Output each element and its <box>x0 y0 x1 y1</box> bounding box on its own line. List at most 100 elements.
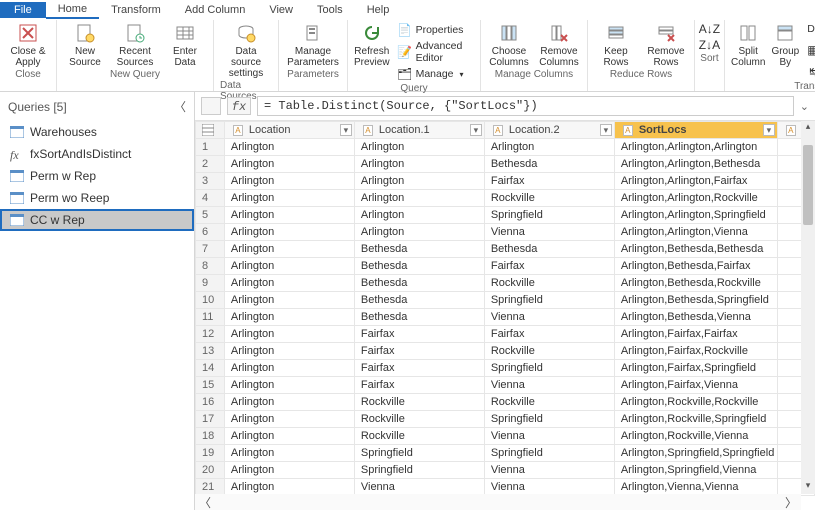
cell[interactable]: Arlington,Arlington,Vienna <box>614 224 777 241</box>
table-row[interactable]: 21ArlingtonViennaViennaArlington,Vienna,… <box>196 479 815 496</box>
cell[interactable]: Arlington <box>224 462 354 479</box>
row-number[interactable]: 14 <box>196 360 225 377</box>
cell[interactable]: Arlington <box>354 224 484 241</box>
cell[interactable]: Arlington <box>484 139 614 156</box>
column-header-sortlocs[interactable]: ASortLocs▾ <box>614 122 777 139</box>
cell[interactable]: Fairfax <box>354 360 484 377</box>
cell[interactable]: Arlington,Fairfax,Vienna <box>614 377 777 394</box>
cell[interactable]: Arlington <box>224 309 354 326</box>
tab-tools[interactable]: Tools <box>305 2 355 18</box>
column-filter-icon[interactable]: ▾ <box>600 124 612 136</box>
row-number-header[interactable] <box>196 122 225 139</box>
data-type-button[interactable]: Data Type: Text▾ <box>805 22 815 36</box>
cell[interactable]: Arlington,Rockville,Rockville <box>614 394 777 411</box>
cell[interactable]: Arlington,Springfield,Vienna <box>614 462 777 479</box>
query-item-cc-w-rep[interactable]: CC w Rep <box>0 209 194 231</box>
tab-help[interactable]: Help <box>355 2 402 18</box>
choose-columns-button[interactable]: Choose Columns <box>487 22 531 68</box>
remove-rows-button[interactable]: Remove Rows <box>644 22 688 68</box>
cell[interactable]: Arlington <box>354 207 484 224</box>
cell[interactable]: Vienna <box>484 462 614 479</box>
cell[interactable]: Rockville <box>354 411 484 428</box>
new-source-button[interactable]: New Source <box>63 22 107 68</box>
cell[interactable]: Vienna <box>484 224 614 241</box>
cell[interactable]: Fairfax <box>354 326 484 343</box>
cell[interactable]: Arlington <box>354 156 484 173</box>
cell[interactable]: Arlington <box>224 411 354 428</box>
table-row[interactable]: 11ArlingtonBethesdaViennaArlington,Bethe… <box>196 309 815 326</box>
table-row[interactable]: 14ArlingtonFairfaxSpringfieldArlington,F… <box>196 360 815 377</box>
row-number[interactable]: 11 <box>196 309 225 326</box>
cell[interactable]: Springfield <box>484 411 614 428</box>
properties-button[interactable]: 📄Properties <box>396 22 474 38</box>
cell[interactable]: Arlington,Bethesda,Vienna <box>614 309 777 326</box>
fx-icon[interactable]: fx <box>227 97 251 115</box>
cell[interactable]: Arlington,Fairfax,Rockville <box>614 343 777 360</box>
cell[interactable]: Arlington,Bethesda,Bethesda <box>614 241 777 258</box>
remove-columns-button[interactable]: Remove Columns <box>537 22 581 68</box>
split-column-button[interactable]: Split Column <box>731 22 765 68</box>
cell[interactable]: Arlington <box>224 377 354 394</box>
cell[interactable]: Arlington,Springfield,Springfield <box>614 445 777 462</box>
tab-file[interactable]: File <box>0 2 46 18</box>
scroll-left-icon[interactable]: 〈 <box>199 494 211 510</box>
cell[interactable]: Arlington,Rockville,Springfield <box>614 411 777 428</box>
cell[interactable]: Arlington <box>224 445 354 462</box>
cell[interactable]: Arlington,Arlington,Bethesda <box>614 156 777 173</box>
expand-formula-icon[interactable]: ⌄ <box>800 100 809 113</box>
cell[interactable]: Rockville <box>354 394 484 411</box>
row-number[interactable]: 4 <box>196 190 225 207</box>
row-number[interactable]: 9 <box>196 275 225 292</box>
cell[interactable]: Arlington <box>224 156 354 173</box>
cell[interactable]: Rockville <box>354 428 484 445</box>
cell[interactable]: Vienna <box>484 479 614 496</box>
row-number[interactable]: 18 <box>196 428 225 445</box>
row-number[interactable]: 13 <box>196 343 225 360</box>
query-item-perm-wo-reep[interactable]: Perm wo Reep <box>0 187 194 209</box>
cell[interactable]: Vienna <box>484 428 614 445</box>
cell[interactable]: Arlington,Fairfax,Springfield <box>614 360 777 377</box>
refresh-preview-button[interactable]: Refresh Preview <box>354 22 390 68</box>
tab-view[interactable]: View <box>257 2 305 18</box>
table-row[interactable]: 17ArlingtonRockvilleSpringfieldArlington… <box>196 411 815 428</box>
scroll-right-icon[interactable]: 〉 <box>785 494 797 510</box>
cell[interactable]: Arlington,Fairfax,Fairfax <box>614 326 777 343</box>
cell[interactable]: Bethesda <box>354 258 484 275</box>
cell[interactable]: Vienna <box>354 479 484 496</box>
cell[interactable]: Arlington,Arlington,Springfield <box>614 207 777 224</box>
query-item-fxsortandisdistinct[interactable]: fxfxSortAndIsDistinct <box>0 143 194 165</box>
cell[interactable]: Arlington,Arlington,Arlington <box>614 139 777 156</box>
cell[interactable]: Bethesda <box>484 241 614 258</box>
table-row[interactable]: 6ArlingtonArlingtonViennaArlington,Arlin… <box>196 224 815 241</box>
table-row[interactable]: 5ArlingtonArlingtonSpringfieldArlington,… <box>196 207 815 224</box>
table-row[interactable]: 10ArlingtonBethesdaSpringfieldArlington,… <box>196 292 815 309</box>
row-number[interactable]: 20 <box>196 462 225 479</box>
keep-rows-button[interactable]: Keep Rows <box>594 22 638 68</box>
cell[interactable]: Arlington,Arlington,Rockville <box>614 190 777 207</box>
cell[interactable]: Arlington,Bethesda,Springfield <box>614 292 777 309</box>
row-number[interactable]: 15 <box>196 377 225 394</box>
cell[interactable]: Arlington <box>224 258 354 275</box>
row-number[interactable]: 3 <box>196 173 225 190</box>
cell[interactable]: Springfield <box>484 360 614 377</box>
query-item-warehouses[interactable]: Warehouses <box>0 121 194 143</box>
cell[interactable]: Fairfax <box>354 377 484 394</box>
cell[interactable]: Arlington <box>224 360 354 377</box>
vertical-scrollbar[interactable]: ▴ ▾ <box>801 121 815 494</box>
tab-add-column[interactable]: Add Column <box>173 2 258 18</box>
scroll-up-icon[interactable]: ▴ <box>801 121 815 135</box>
cell[interactable]: Arlington <box>224 241 354 258</box>
table-row[interactable]: 13ArlingtonFairfaxRockvilleArlington,Fai… <box>196 343 815 360</box>
row-number[interactable]: 16 <box>196 394 225 411</box>
advanced-editor-button[interactable]: 📝Advanced Editor <box>396 39 474 65</box>
table-row[interactable]: 15ArlingtonFairfaxViennaArlington,Fairfa… <box>196 377 815 394</box>
cell[interactable]: Fairfax <box>354 343 484 360</box>
column-header-location-2[interactable]: ALocation.2▾ <box>484 122 614 139</box>
column-header-location-1[interactable]: ALocation.1▾ <box>354 122 484 139</box>
table-row[interactable]: 8ArlingtonBethesdaFairfaxArlington,Bethe… <box>196 258 815 275</box>
cell[interactable]: Arlington <box>224 394 354 411</box>
cell[interactable]: Arlington <box>224 275 354 292</box>
cell[interactable]: Rockville <box>484 190 614 207</box>
formula-input[interactable]: = Table.Distinct(Source, {"SortLocs"}) <box>257 96 794 116</box>
cell[interactable]: Arlington <box>354 173 484 190</box>
